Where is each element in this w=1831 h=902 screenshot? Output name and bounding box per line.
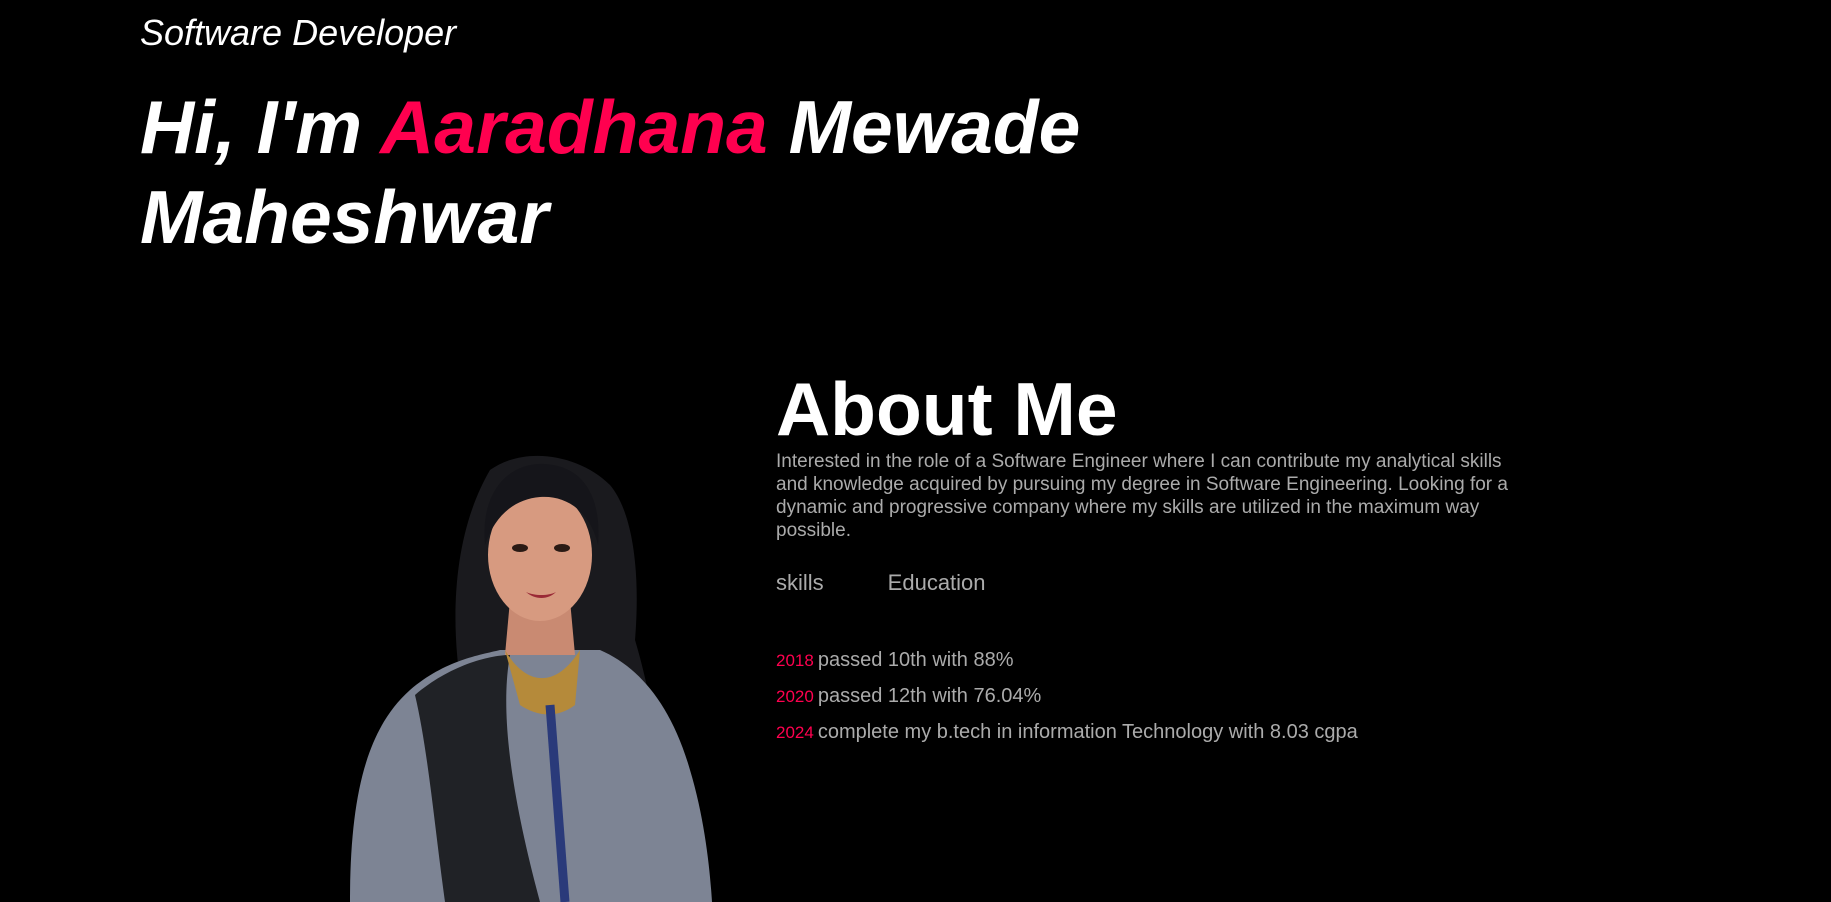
education-year: 2020: [776, 687, 814, 706]
tab-skills[interactable]: skills: [776, 570, 824, 596]
tab-education[interactable]: Education: [888, 570, 986, 596]
profile-photo: [350, 455, 712, 902]
portfolio-page: Software Developer Hi, I'm Aaradhana Mew…: [0, 0, 1831, 902]
education-text: passed 10th with 88%: [817, 649, 1014, 671]
hero-subtitle: Software Developer: [140, 12, 457, 53]
hero-first-name: Aaradhana: [380, 85, 768, 169]
education-year: 2018: [776, 651, 814, 670]
about-title: About Me: [776, 367, 1118, 451]
education-list: 2018 passed 10th with 88% 2020 passed 12th…: [776, 648, 1536, 745]
education-year: 2024: [776, 723, 814, 742]
about-tabs: skills Education: [776, 570, 1536, 596]
about-description: Interested in the role of a Software Eng…: [776, 451, 1508, 541]
list-item: 2018 passed 10th with 88%: [776, 648, 1536, 673]
hero-greeting: Hi, I'm: [140, 85, 381, 169]
hero-section: Software Developer Hi, I'm Aaradhana Mew…: [140, 12, 1140, 262]
about-section: About Me Interested in the role of a Sof…: [776, 368, 1536, 756]
list-item: 2020 passed 12th with 76.04%: [776, 684, 1536, 709]
hero-headline: Hi, I'm Aaradhana Mewade Maheshwar: [140, 82, 1140, 262]
list-item: 2024 complete my b.tech in information Te…: [776, 720, 1536, 745]
education-text: complete my b.tech in information Techno…: [817, 721, 1358, 743]
education-text: passed 12th with 76.04%: [817, 685, 1042, 707]
